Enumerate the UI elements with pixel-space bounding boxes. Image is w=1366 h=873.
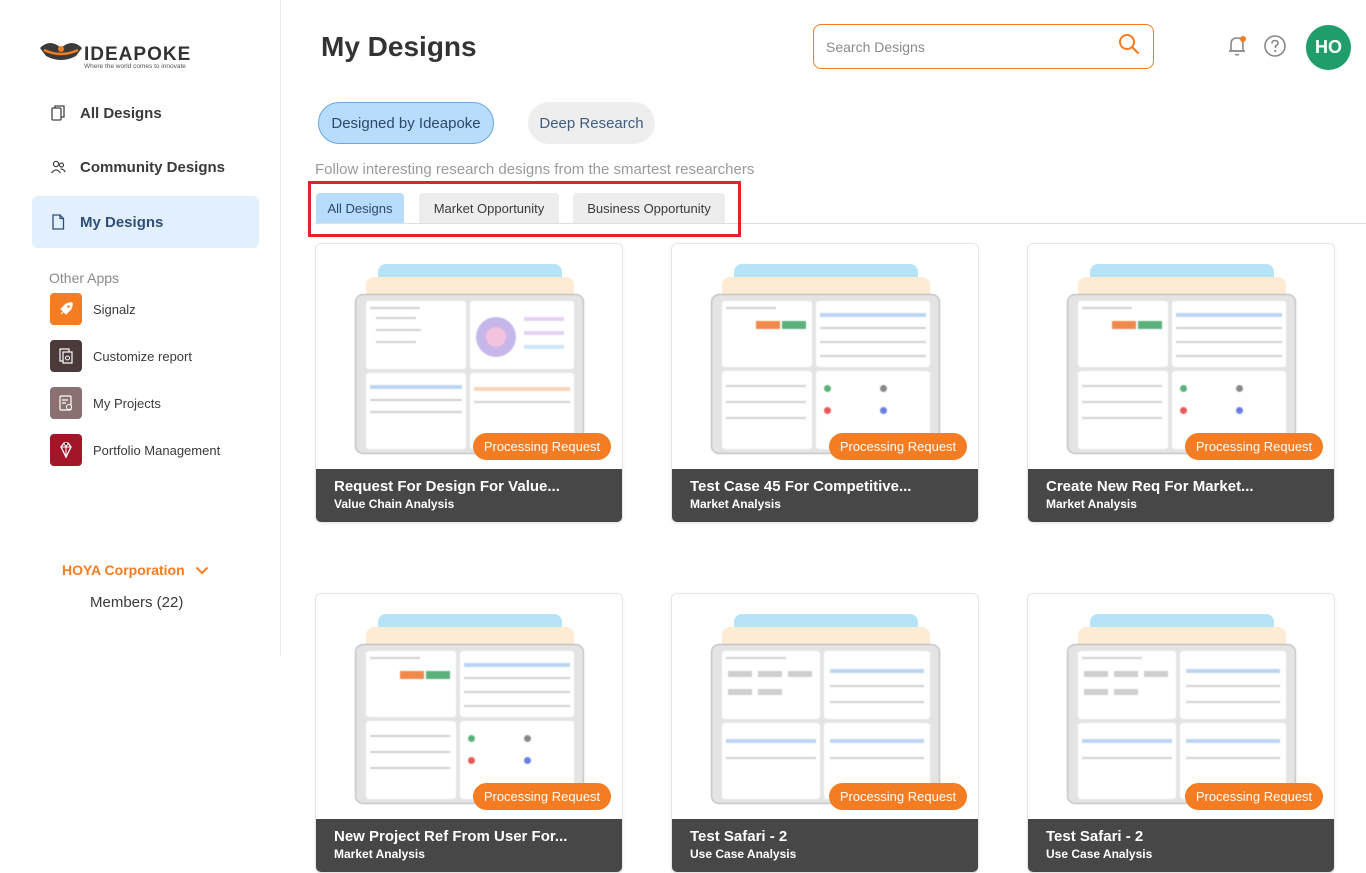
design-thumbnail xyxy=(1067,644,1296,804)
app-customize-report[interactable]: Customize report xyxy=(50,340,192,372)
card-footer: New Project Ref From User For... Market … xyxy=(316,819,622,872)
help-icon[interactable] xyxy=(1263,34,1287,58)
sidebar-item-label: My Designs xyxy=(80,213,164,231)
page-title: My Designs xyxy=(321,31,477,62)
org-name: HOYA Corporation xyxy=(62,562,185,578)
members-count[interactable]: Members (22) xyxy=(90,594,183,611)
pill-deep-research[interactable]: Deep Research xyxy=(528,102,655,144)
sidebar-item-label: All Designs xyxy=(80,104,162,122)
card-title: New Project Ref From User For... xyxy=(334,828,568,845)
highlight-box xyxy=(308,181,741,237)
app-portfolio-management[interactable]: Portfolio Management xyxy=(50,434,220,466)
notification-bell-icon[interactable] xyxy=(1225,34,1249,58)
sidebar: IDEAPOKE Where the world comes to innova… xyxy=(0,0,281,656)
card-subtitle: Value Chain Analysis xyxy=(334,497,455,511)
design-card[interactable]: Processing Request New Project Ref From … xyxy=(315,593,623,873)
card-footer: Test Safari - 2 Use Case Analysis xyxy=(672,819,978,872)
status-badge: Processing Request xyxy=(829,783,967,810)
design-thumbnail xyxy=(1067,294,1296,454)
status-badge: Processing Request xyxy=(473,433,611,460)
card-subtitle: Market Analysis xyxy=(690,497,781,511)
design-card[interactable]: Processing Request Test Safari - 2 Use C… xyxy=(1027,593,1335,873)
status-badge: Processing Request xyxy=(1185,783,1323,810)
app-label: Customize report xyxy=(93,348,192,364)
card-title: Test Safari - 2 xyxy=(690,828,788,845)
copy-icon xyxy=(50,105,66,121)
search-input[interactable] xyxy=(826,38,1117,55)
design-thumbnail xyxy=(711,294,940,454)
status-badge: Processing Request xyxy=(1185,433,1323,460)
design-thumbnail xyxy=(355,294,584,454)
design-card[interactable]: Processing Request Create New Req For Ma… xyxy=(1027,243,1335,523)
search-box[interactable] xyxy=(813,24,1154,69)
section-subtitle: Follow interesting research designs from… xyxy=(315,161,755,178)
logo-tagline: Where the world comes to innovate xyxy=(84,63,186,70)
card-subtitle: Market Analysis xyxy=(1046,497,1137,511)
design-thumbnail xyxy=(355,644,584,804)
chevron-down-icon xyxy=(195,562,209,578)
status-badge: Processing Request xyxy=(473,783,611,810)
status-badge: Processing Request xyxy=(829,433,967,460)
ideapoke-logo[interactable]: IDEAPOKE Where the world comes to innova… xyxy=(38,36,213,72)
design-card[interactable]: Processing Request Test Safari - 2 Use C… xyxy=(671,593,979,873)
card-footer: Test Case 45 For Competitive... Market A… xyxy=(672,469,978,522)
app-label: Portfolio Management xyxy=(93,442,221,458)
report-icon xyxy=(50,340,82,372)
card-title: Create New Req For Market... xyxy=(1046,478,1254,495)
design-card[interactable]: Processing Request Test Case 45 For Comp… xyxy=(671,243,979,523)
logo-mark-icon xyxy=(40,43,82,60)
pill-designed-by-ideapoke[interactable]: Designed by Ideapoke xyxy=(318,102,494,144)
design-card[interactable]: Processing Request Request For Design Fo… xyxy=(315,243,623,523)
projects-icon xyxy=(50,387,82,419)
app-label: My Projects xyxy=(93,395,161,411)
card-footer: Create New Req For Market... Market Anal… xyxy=(1028,469,1334,522)
sidebar-item-my-designs[interactable]: My Designs xyxy=(32,196,259,248)
card-title: Request For Design For Value... xyxy=(334,478,560,495)
sidebar-item-label: Community Designs xyxy=(80,158,226,176)
card-subtitle: Market Analysis xyxy=(334,847,425,861)
card-subtitle: Use Case Analysis xyxy=(690,847,797,861)
users-icon xyxy=(50,159,66,175)
app-label: Signalz xyxy=(93,301,136,317)
card-subtitle: Use Case Analysis xyxy=(1046,847,1153,861)
card-footer: Test Safari - 2 Use Case Analysis xyxy=(1028,819,1334,872)
sidebar-item-community-designs[interactable]: Community Designs xyxy=(32,141,259,193)
org-switcher[interactable]: HOYA Corporation xyxy=(62,562,209,578)
card-title: Test Case 45 For Competitive... xyxy=(690,478,912,495)
app-my-projects[interactable]: My Projects xyxy=(50,387,161,419)
card-footer: Request For Design For Value... Value Ch… xyxy=(316,469,622,522)
search-icon[interactable] xyxy=(1117,32,1141,61)
file-icon xyxy=(50,214,66,230)
gem-icon xyxy=(50,434,82,466)
rocket-icon xyxy=(50,293,82,325)
sidebar-item-all-designs[interactable]: All Designs xyxy=(32,87,259,139)
other-apps-heading: Other Apps xyxy=(49,270,120,286)
design-thumbnail xyxy=(711,644,940,804)
user-avatar[interactable]: HO xyxy=(1306,25,1351,70)
app-signalz[interactable]: Signalz xyxy=(50,293,136,325)
card-title: Test Safari - 2 xyxy=(1046,828,1144,845)
